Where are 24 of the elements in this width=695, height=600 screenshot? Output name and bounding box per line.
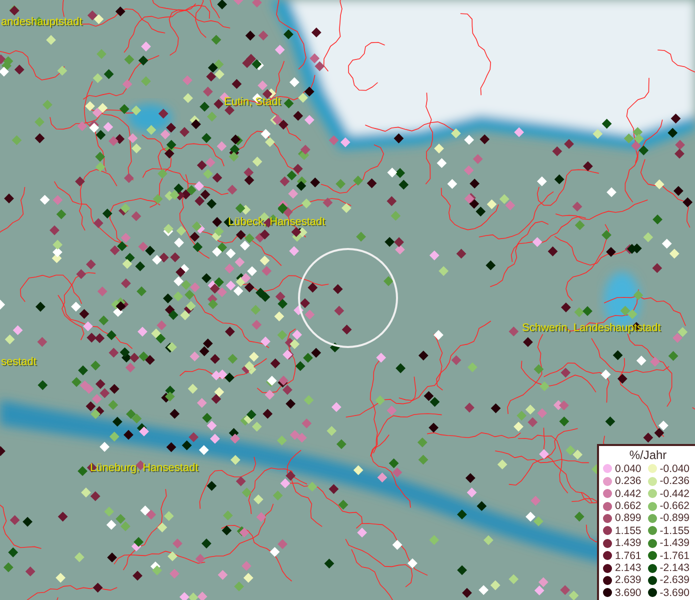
place-label: sestadt [1,356,36,368]
legend-value: 0.442 [615,488,642,500]
legend-value: 2.143 [615,562,642,574]
legend-value: -0.662 [660,500,690,512]
legend-value: -2.143 [660,562,690,574]
legend-value: 0.662 [615,500,642,512]
legend-value: -0.442 [660,488,690,500]
legend-value: 0.236 [615,475,642,488]
legend-value: -3.690 [660,586,690,599]
legend-value: 3.690 [615,586,642,599]
legend-value: -2.639 [660,574,690,586]
legend-value: 1.761 [615,550,642,562]
legend-value: -1.439 [660,537,690,550]
legend-value: 1.155 [615,524,642,537]
legend-value: 1.439 [615,537,642,550]
legend-value: -1.155 [660,524,690,537]
legend-value: -0.899 [660,512,690,524]
legend-value: 0.899 [615,512,642,524]
legend-value: -0.040 [660,462,690,475]
legend-title: %/Jahr [628,448,668,462]
legend-value: -1.761 [660,550,690,562]
legend-value: 2.639 [615,574,642,586]
legend-value: 0.040 [615,462,642,475]
legend-value: -0.236 [660,475,690,488]
